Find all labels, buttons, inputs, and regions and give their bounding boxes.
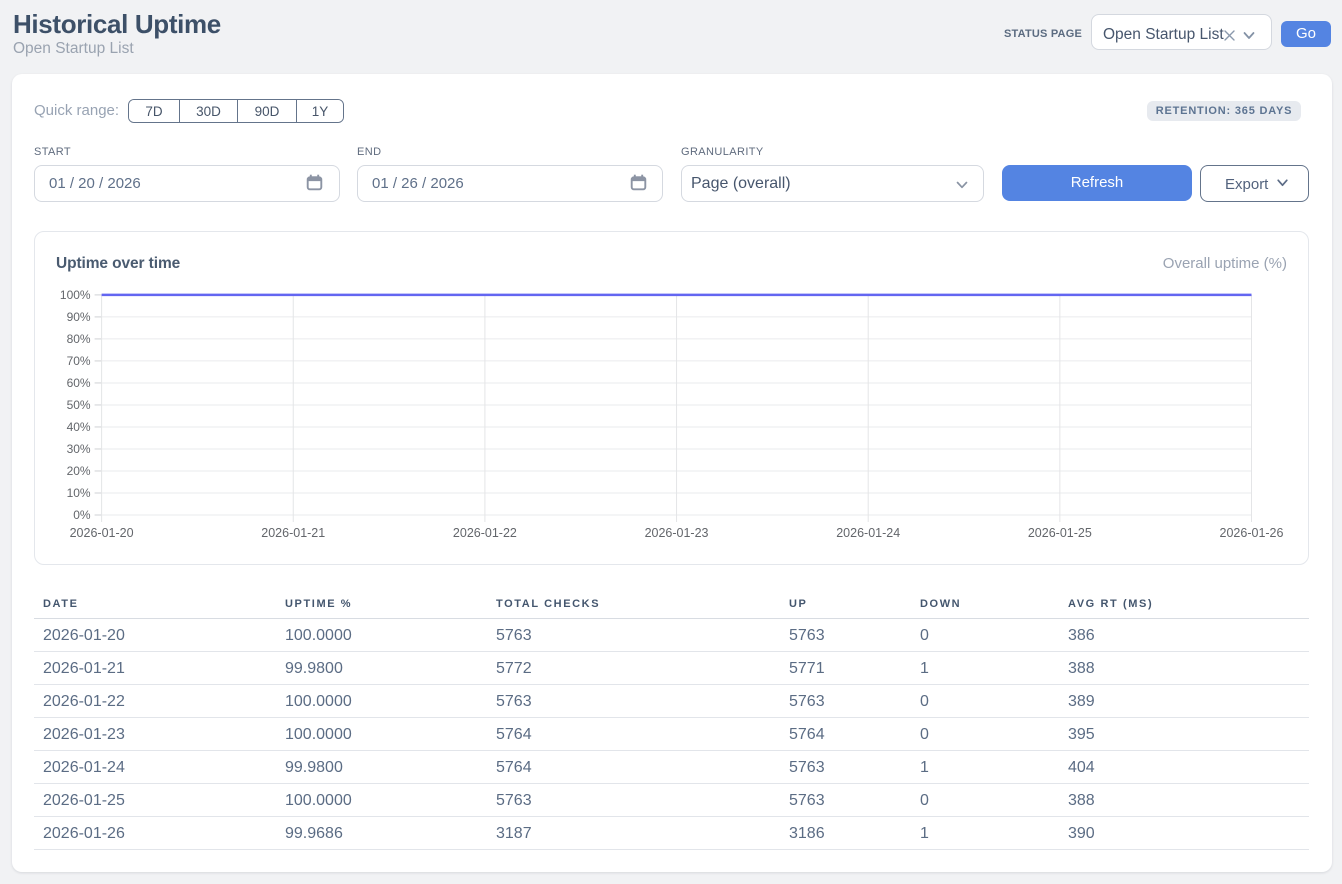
svg-text:2026-01-26: 2026-01-26 — [1220, 526, 1284, 540]
svg-text:20%: 20% — [67, 464, 91, 478]
svg-text:2026-01-23: 2026-01-23 — [645, 526, 709, 540]
svg-text:30%: 30% — [67, 442, 91, 456]
svg-text:2026-01-24: 2026-01-24 — [836, 526, 900, 540]
svg-text:60%: 60% — [67, 376, 91, 390]
svg-text:100%: 100% — [60, 288, 91, 302]
svg-text:50%: 50% — [67, 398, 91, 412]
svg-text:40%: 40% — [67, 420, 91, 434]
svg-text:2026-01-22: 2026-01-22 — [453, 526, 517, 540]
svg-text:90%: 90% — [67, 310, 91, 324]
svg-text:80%: 80% — [67, 332, 91, 346]
svg-text:0%: 0% — [73, 508, 91, 522]
svg-text:2026-01-21: 2026-01-21 — [261, 526, 325, 540]
svg-text:2026-01-20: 2026-01-20 — [70, 526, 134, 540]
svg-text:70%: 70% — [67, 354, 91, 368]
svg-text:2026-01-25: 2026-01-25 — [1028, 526, 1092, 540]
svg-text:10%: 10% — [67, 486, 91, 500]
